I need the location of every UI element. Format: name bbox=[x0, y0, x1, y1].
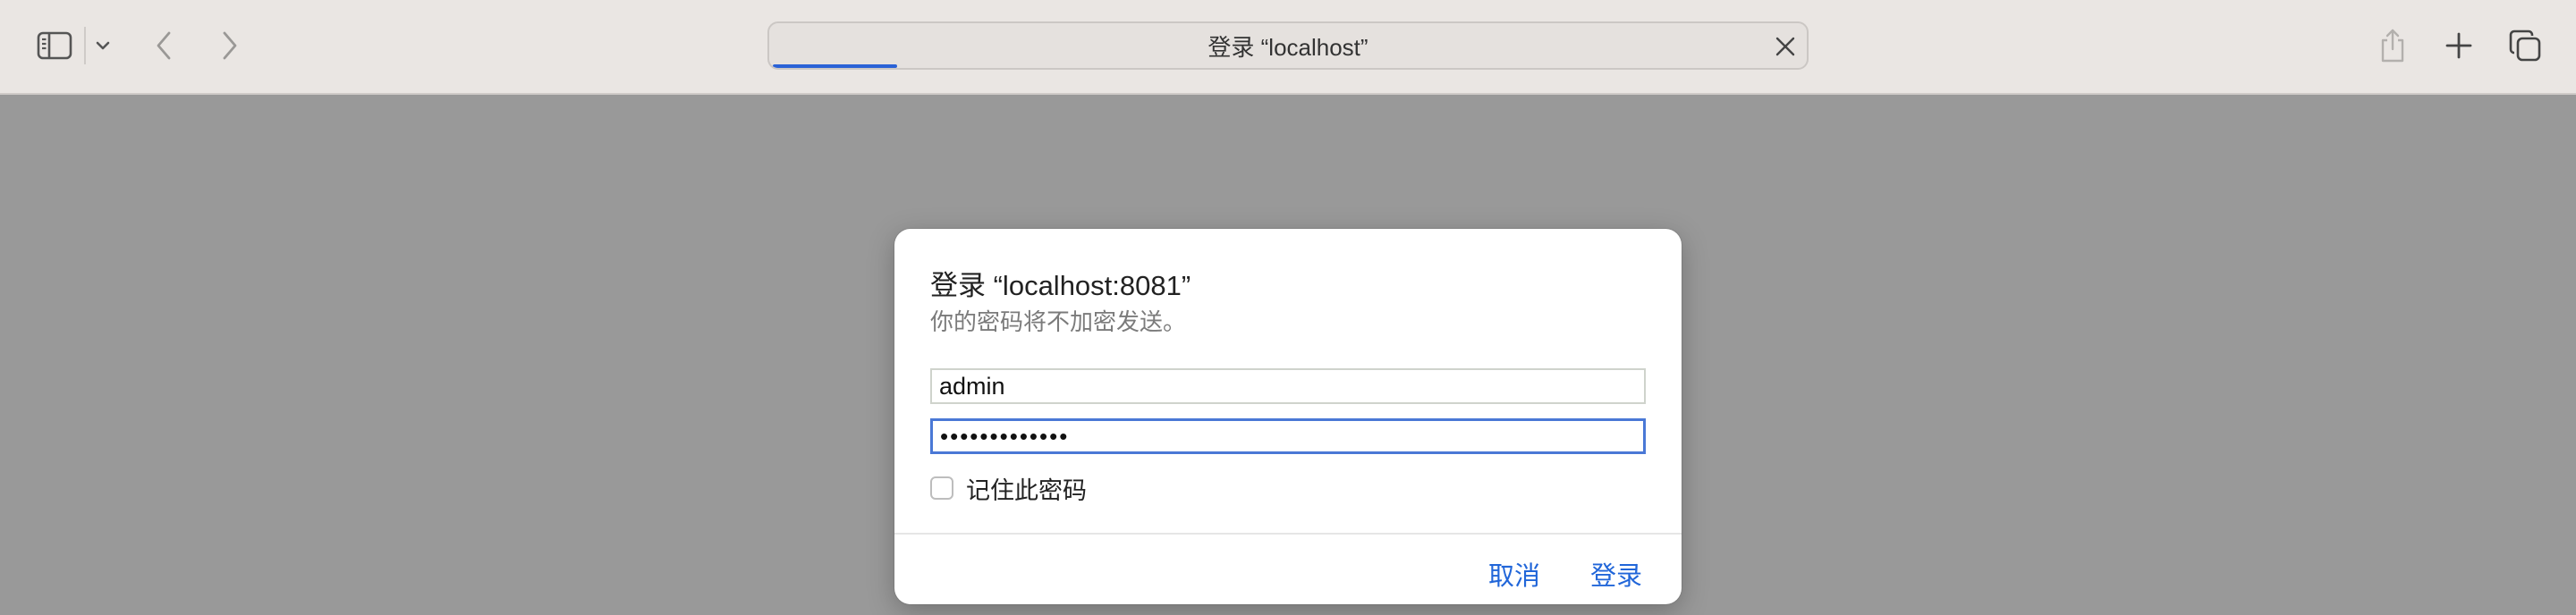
sidebar-toggle-button[interactable] bbox=[32, 23, 77, 68]
chevron-down-icon bbox=[95, 40, 111, 51]
address-bar-text: 登录 “localhost” bbox=[1208, 33, 1368, 61]
page-load-progress-bar bbox=[773, 64, 898, 68]
plus-icon bbox=[2445, 31, 2473, 60]
back-button[interactable] bbox=[145, 23, 182, 68]
login-button[interactable]: 登录 bbox=[1590, 551, 1642, 597]
new-tab-button[interactable] bbox=[2438, 23, 2479, 68]
close-icon bbox=[1773, 37, 1798, 63]
address-bar[interactable]: 登录 “localhost” bbox=[767, 21, 1809, 70]
tab-overview-icon bbox=[2508, 29, 2542, 63]
sidebar-menu-button[interactable] bbox=[89, 23, 116, 68]
remember-password-label: 记住此密码 bbox=[966, 476, 1087, 504]
remember-password-option[interactable]: 记住此密码 bbox=[930, 468, 1087, 508]
chevron-left-icon bbox=[154, 30, 174, 61]
remember-password-checkbox[interactable] bbox=[930, 476, 953, 500]
share-icon bbox=[2377, 28, 2408, 63]
browser-toolbar: 登录 “localhost” bbox=[0, 0, 2576, 95]
forward-button[interactable] bbox=[211, 23, 249, 68]
browser-window: 登录 “localhost” 登录 “localhost:8081” 你的密码将… bbox=[0, 0, 2576, 615]
dialog-title: 登录 “localhost:8081” bbox=[930, 270, 1191, 301]
dialog-divider bbox=[894, 533, 1682, 535]
share-button[interactable] bbox=[2372, 23, 2413, 68]
sidebar-icon bbox=[37, 31, 72, 60]
password-field[interactable]: ••••••••••••• bbox=[930, 418, 1646, 454]
toolbar-divider bbox=[84, 27, 86, 64]
chevron-right-icon bbox=[220, 30, 240, 61]
username-field[interactable]: admin bbox=[930, 368, 1646, 404]
login-dialog: 登录 “localhost:8081” 你的密码将不加密发送。 admin ••… bbox=[894, 229, 1682, 604]
tab-overview-button[interactable] bbox=[2504, 23, 2546, 68]
dialog-subtitle: 你的密码将不加密发送。 bbox=[930, 308, 1187, 335]
stop-loading-button[interactable] bbox=[1773, 34, 1798, 59]
cancel-button[interactable]: 取消 bbox=[1488, 551, 1540, 597]
